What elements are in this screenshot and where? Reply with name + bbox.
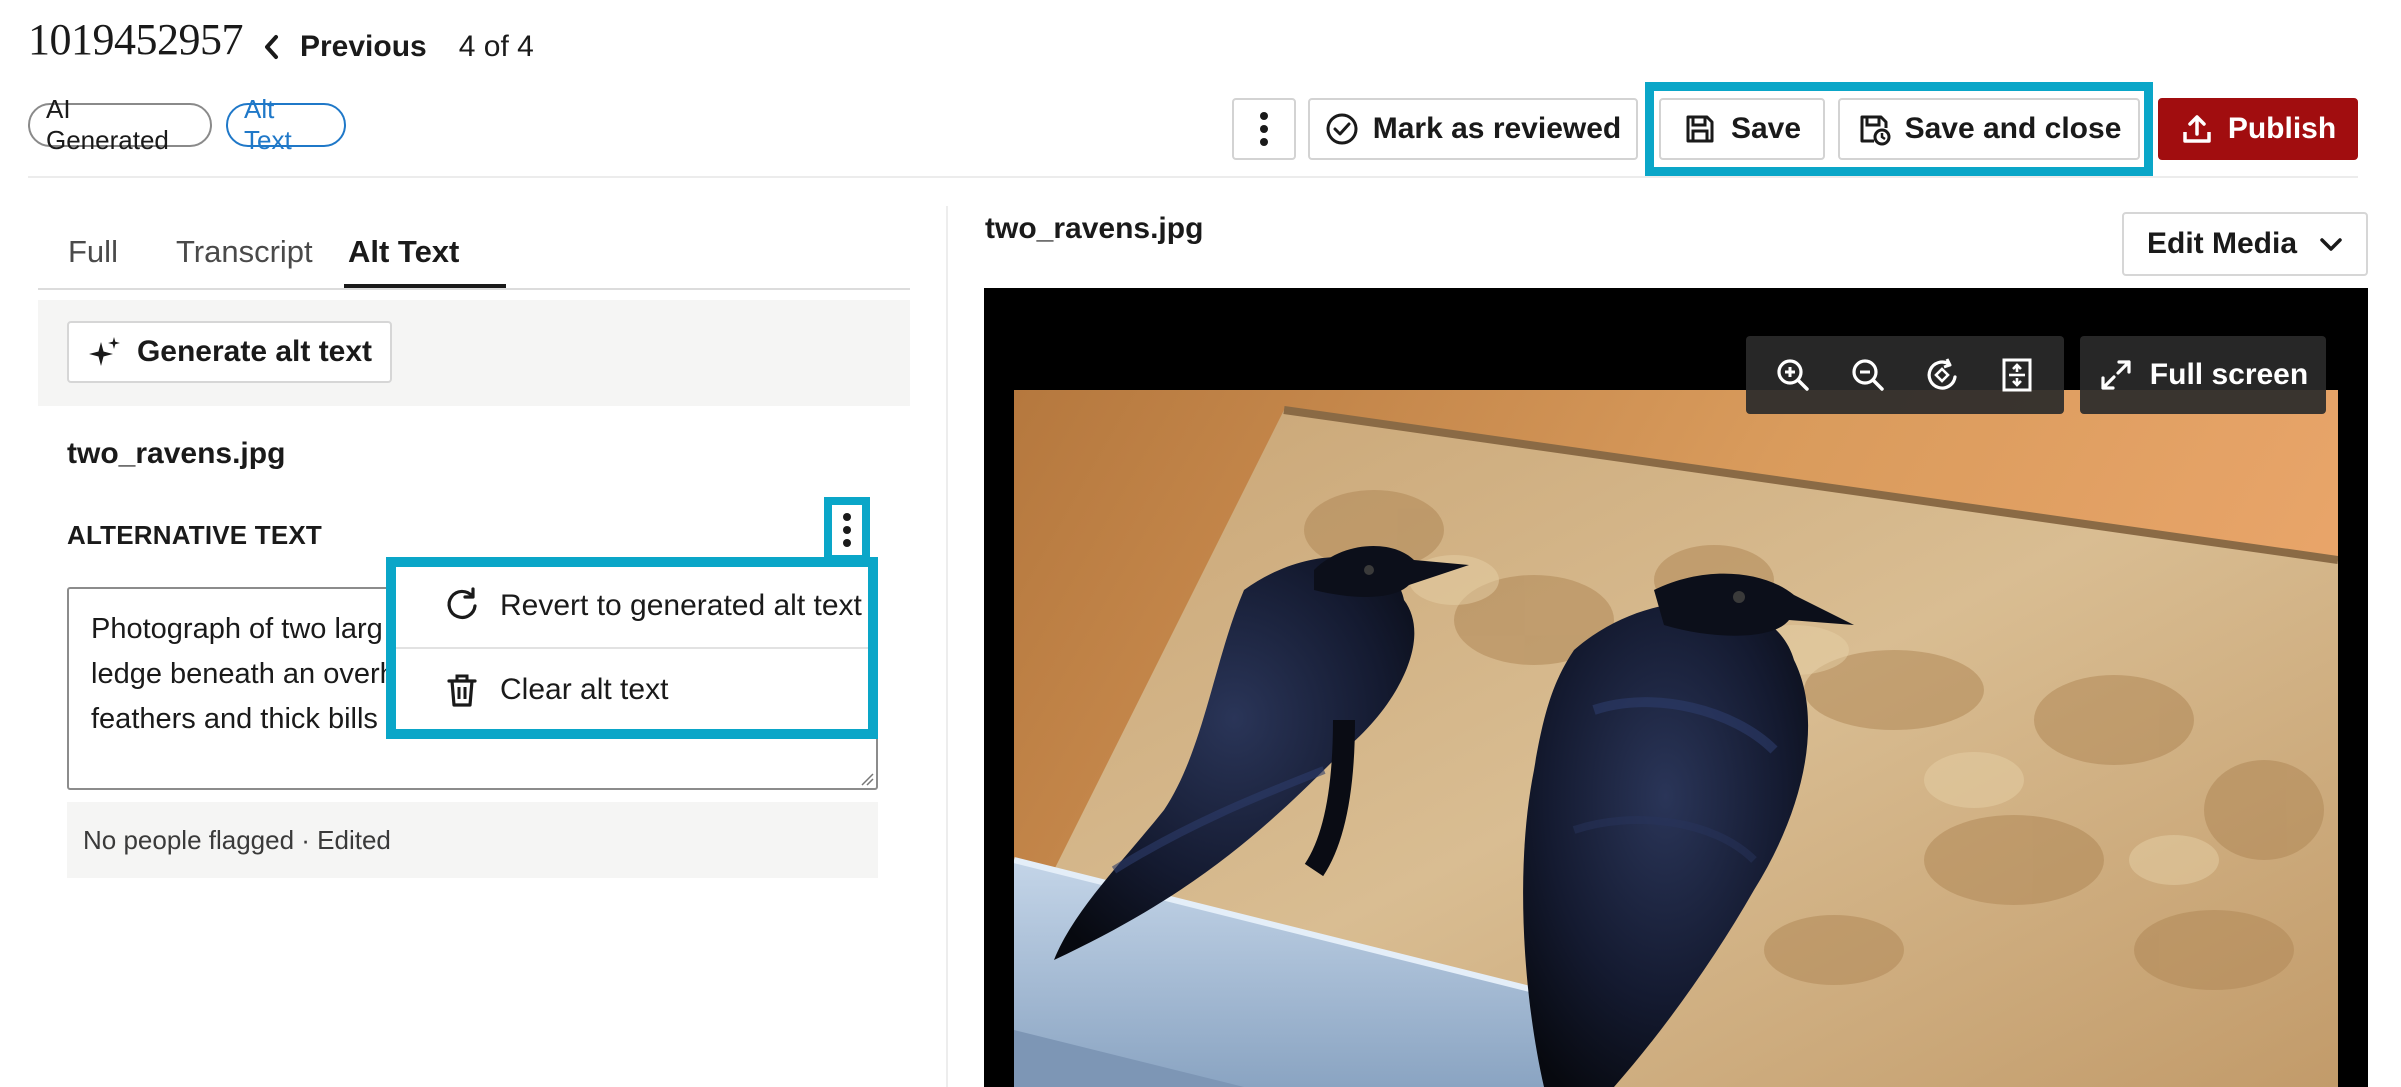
chevron-down-icon bbox=[2320, 238, 2342, 251]
active-tab-indicator bbox=[344, 284, 506, 288]
mark-reviewed-button[interactable]: Mark as reviewed bbox=[1308, 98, 1638, 160]
fit-icon[interactable] bbox=[1997, 355, 2037, 395]
save-button[interactable]: Save bbox=[1659, 98, 1825, 160]
publish-label: Publish bbox=[2227, 112, 2337, 145]
media-viewer[interactable]: Full screen bbox=[984, 288, 2368, 1087]
alt-text-status: No people flagged · Edited bbox=[67, 802, 878, 878]
revert-icon bbox=[447, 587, 477, 619]
floppy-disk-clock-icon bbox=[1860, 115, 1891, 146]
menu-item-clear[interactable]: Clear alt text bbox=[396, 651, 868, 729]
generate-alt-text-button[interactable]: Generate alt text bbox=[67, 321, 392, 383]
alt-text-heading: ALTERNATIVE TEXT bbox=[67, 520, 323, 550]
publish-button[interactable]: Publish bbox=[2158, 98, 2358, 160]
alt-text-options-button[interactable] bbox=[824, 497, 870, 563]
kebab-icon bbox=[1260, 112, 1268, 146]
chevron-left-icon bbox=[265, 35, 278, 59]
zoom-out-icon[interactable] bbox=[1848, 355, 1888, 395]
panel-divider bbox=[946, 206, 948, 1087]
previous-label: Previous bbox=[300, 30, 427, 63]
expand-icon bbox=[2101, 360, 2131, 390]
menu-divider bbox=[396, 647, 868, 649]
floppy-disk-icon bbox=[1686, 115, 1714, 143]
zoom-toolbar bbox=[1746, 336, 2064, 414]
rotate-icon[interactable] bbox=[1922, 355, 1962, 395]
chip-alt-text: Alt Text bbox=[226, 94, 346, 155]
kebab-icon bbox=[843, 513, 851, 547]
menu-item-revert-label: Revert to generated alt text bbox=[500, 589, 862, 622]
save-and-close-label: Save and close bbox=[1904, 112, 2122, 145]
tab-bar: Full Transcript Alt Text bbox=[38, 222, 910, 290]
edit-media-label: Edit Media bbox=[2146, 227, 2297, 260]
sparkle-icon bbox=[88, 337, 120, 366]
file-name-right: two_ravens.jpg bbox=[985, 212, 1204, 245]
chip-ai-generated: AI Generated bbox=[28, 94, 212, 155]
save-label: Save bbox=[1730, 112, 1802, 145]
pager-count: 4 of 4 bbox=[458, 30, 534, 63]
more-actions-button[interactable] bbox=[1232, 98, 1296, 160]
tab-alt-text[interactable]: Alt Text bbox=[348, 222, 459, 290]
previous-link[interactable]: Previous bbox=[262, 30, 427, 64]
alt-text-options-menu: Revert to generated alt text Clear alt t… bbox=[386, 557, 878, 739]
record-id: 1019452957 bbox=[28, 15, 244, 64]
pager-nav: Previous 4 of 4 bbox=[262, 30, 534, 64]
tab-full[interactable]: Full bbox=[68, 222, 118, 290]
generate-alt-text-label: Generate alt text bbox=[136, 335, 373, 368]
ravens-photo bbox=[1014, 390, 2338, 1087]
menu-item-revert[interactable]: Revert to generated alt text bbox=[396, 567, 868, 645]
menu-item-clear-label: Clear alt text bbox=[500, 673, 669, 706]
upload-icon bbox=[2183, 115, 2211, 143]
mark-reviewed-label: Mark as reviewed bbox=[1372, 112, 1622, 145]
zoom-in-icon[interactable] bbox=[1773, 355, 1813, 395]
check-circle-icon bbox=[1326, 113, 1358, 145]
header-divider bbox=[28, 176, 2358, 178]
trash-icon bbox=[447, 674, 477, 707]
tab-transcript[interactable]: Transcript bbox=[176, 222, 313, 290]
edit-media-button[interactable]: Edit Media bbox=[2122, 212, 2368, 276]
save-and-close-button[interactable]: Save and close bbox=[1838, 98, 2140, 160]
full-screen-label: Full screen bbox=[2149, 358, 2309, 391]
file-name-left: two_ravens.jpg bbox=[67, 437, 286, 470]
resize-grip-icon[interactable] bbox=[860, 772, 874, 786]
full-screen-button[interactable]: Full screen bbox=[2080, 336, 2326, 414]
